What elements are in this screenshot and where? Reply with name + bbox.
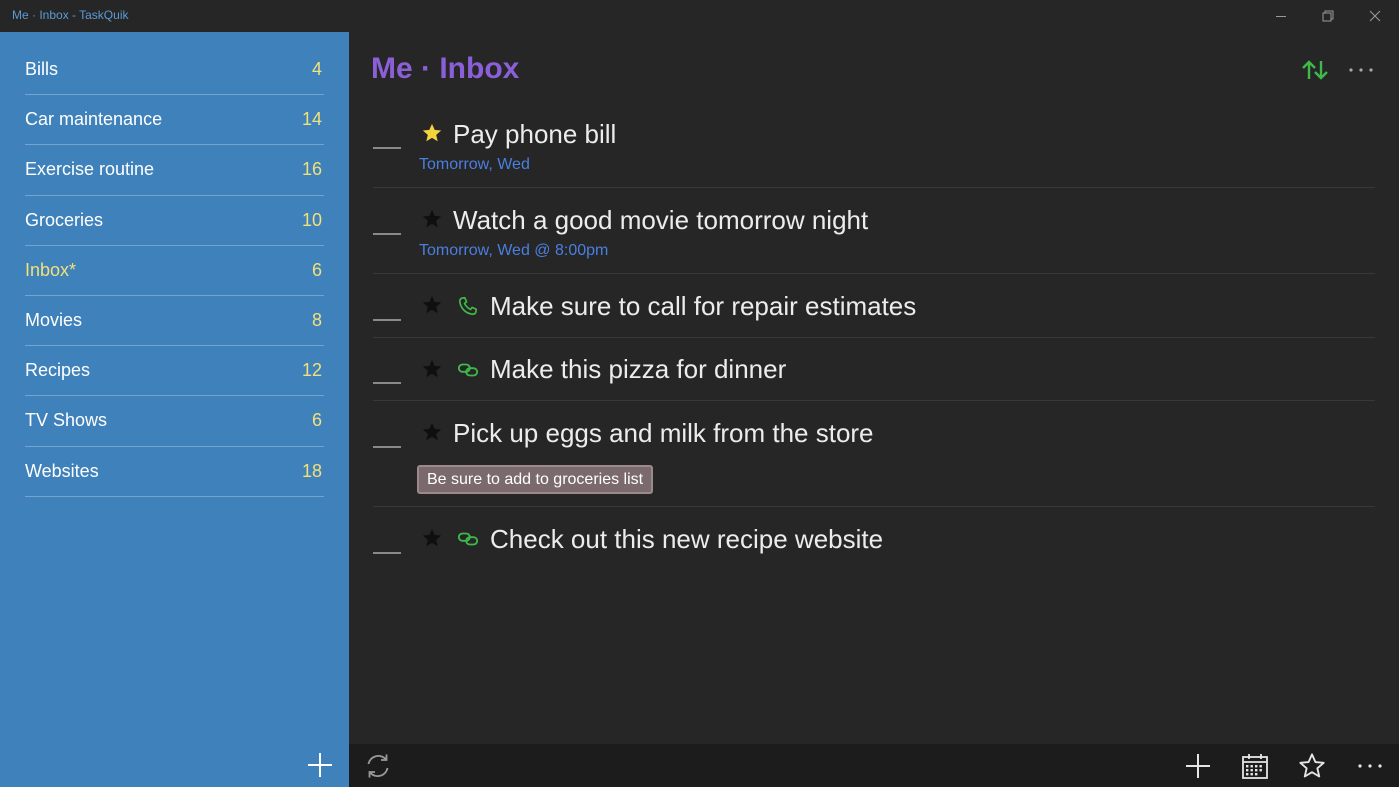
task-row[interactable]: Pay phone bill Tomorrow, Wed <box>373 118 1375 188</box>
star-icon[interactable] <box>421 527 443 549</box>
window-title: Me · Inbox - TaskQuik <box>12 8 129 22</box>
sidebar-item-label: Car maintenance <box>25 109 163 130</box>
sidebar-item-count: 6 <box>311 410 322 431</box>
task-row[interactable]: Make this pizza for dinner <box>373 338 1375 401</box>
task-title: Pick up eggs and milk from the store <box>453 418 874 448</box>
phone-icon <box>458 296 478 316</box>
sync-button[interactable] <box>361 749 395 783</box>
task-title: Make sure to call for repair estimates <box>490 291 917 321</box>
star-icon[interactable] <box>421 358 443 380</box>
star-icon[interactable] <box>421 208 443 230</box>
star-outline-icon <box>1299 753 1325 778</box>
task-row[interactable]: Make sure to call for repair estimates <box>373 274 1375 338</box>
calendar-icon <box>1242 754 1268 779</box>
sidebar-item-count: 18 <box>301 460 322 481</box>
task-due-date: Tomorrow, Wed @ 8:00pm <box>419 242 609 259</box>
sidebar-item-count: 14 <box>301 109 322 130</box>
list-nav: Bills 4 Car maintenance 14 Exercise rout… <box>25 45 324 497</box>
star-icon[interactable] <box>421 294 443 316</box>
sidebar-item-tv-shows[interactable]: TV Shows 6 <box>25 396 324 447</box>
sidebar-item-label: Bills <box>25 59 59 79</box>
task-checkbox[interactable] <box>373 147 401 149</box>
sidebar-item-label: Inbox* <box>25 259 77 280</box>
minimize-icon <box>1276 16 1286 17</box>
task-checkbox[interactable] <box>373 552 401 554</box>
task-checkbox[interactable] <box>373 382 401 384</box>
sidebar-item-count: 6 <box>311 259 322 280</box>
close-icon <box>1369 10 1381 22</box>
task-checkbox[interactable] <box>373 233 401 235</box>
sidebar-item-count: 10 <box>301 209 322 230</box>
sidebar-item-count: 12 <box>301 360 322 381</box>
plus-icon <box>1186 754 1210 778</box>
minimize-button[interactable] <box>1258 0 1304 32</box>
task-title: Watch a good movie tomorrow night <box>453 205 869 235</box>
starred-filter-button[interactable] <box>1295 749 1329 783</box>
bottom-app-bar <box>349 744 1399 787</box>
star-icon[interactable] <box>421 122 443 144</box>
sort-icon <box>1302 60 1328 80</box>
sidebar-item-bills[interactable]: Bills 4 <box>25 45 324 96</box>
task-title: Make this pizza for dinner <box>490 354 787 384</box>
task-title: Check out this new recipe website <box>490 524 884 554</box>
app-window: Me · Inbox - TaskQuik Bills 4 Car mainte… <box>0 0 1399 787</box>
sidebar-item-movies[interactable]: Movies 8 <box>25 296 324 347</box>
sidebar-item-exercise-routine[interactable]: Exercise routine 16 <box>25 145 324 196</box>
task-row[interactable]: Pick up eggs and milk from the store Be … <box>373 401 1375 507</box>
task-checkbox[interactable] <box>373 319 401 321</box>
task-row[interactable]: Watch a good movie tomorrow night Tomorr… <box>373 188 1375 274</box>
plus-icon <box>308 753 332 777</box>
sidebar-item-label: Recipes <box>25 360 91 381</box>
sidebar-item-label: Exercise routine <box>25 159 155 180</box>
sidebar-item-count: 16 <box>301 159 322 180</box>
task-checkbox[interactable] <box>373 446 401 448</box>
title-bar: Me · Inbox - TaskQuik <box>0 0 1399 32</box>
sidebar-item-recipes[interactable]: Recipes 12 <box>25 346 324 397</box>
sidebar-item-label: Movies <box>25 309 83 330</box>
sidebar-item-websites[interactable]: Websites 18 <box>25 447 324 497</box>
sidebar-item-label: TV Shows <box>25 410 108 431</box>
restore-icon <box>1322 10 1334 22</box>
add-task-button[interactable] <box>1181 749 1215 783</box>
more-options-button[interactable] <box>1345 54 1377 86</box>
sidebar-item-count: 4 <box>311 59 322 79</box>
bottom-more-button[interactable] <box>1353 749 1387 783</box>
sync-icon <box>367 754 389 778</box>
task-title: Pay phone bill <box>453 119 617 149</box>
task-note: Be sure to add to groceries list <box>417 465 654 494</box>
star-icon[interactable] <box>421 421 443 443</box>
task-row[interactable]: Check out this new recipe website <box>373 507 1375 571</box>
sidebar-item-count: 8 <box>311 309 322 330</box>
link-icon <box>457 532 479 546</box>
close-button[interactable] <box>1352 0 1398 32</box>
sidebar-item-inbox[interactable]: Inbox* 6 <box>25 246 324 296</box>
sidebar-item-groceries[interactable]: Groceries 10 <box>25 196 324 246</box>
sidebar-item-label: Websites <box>25 460 99 481</box>
more-icon <box>1358 764 1382 768</box>
page-title: Me · Inbox <box>371 52 520 85</box>
sidebar-item-label: Groceries <box>25 209 104 230</box>
sidebar: Bills 4 Car maintenance 14 Exercise rout… <box>0 32 349 787</box>
task-pane: Me · Inbox Pay phone bill Tomorrow, Wed … <box>349 32 1399 744</box>
task-due-date: Tomorrow, Wed <box>419 156 530 173</box>
calendar-button[interactable] <box>1238 749 1272 783</box>
restore-button[interactable] <box>1305 0 1351 32</box>
add-list-button[interactable] <box>304 749 336 781</box>
sidebar-item-car-maintenance[interactable]: Car maintenance 14 <box>25 95 324 146</box>
sort-button[interactable] <box>1299 54 1331 86</box>
more-icon <box>1349 68 1373 72</box>
link-icon <box>457 363 479 377</box>
